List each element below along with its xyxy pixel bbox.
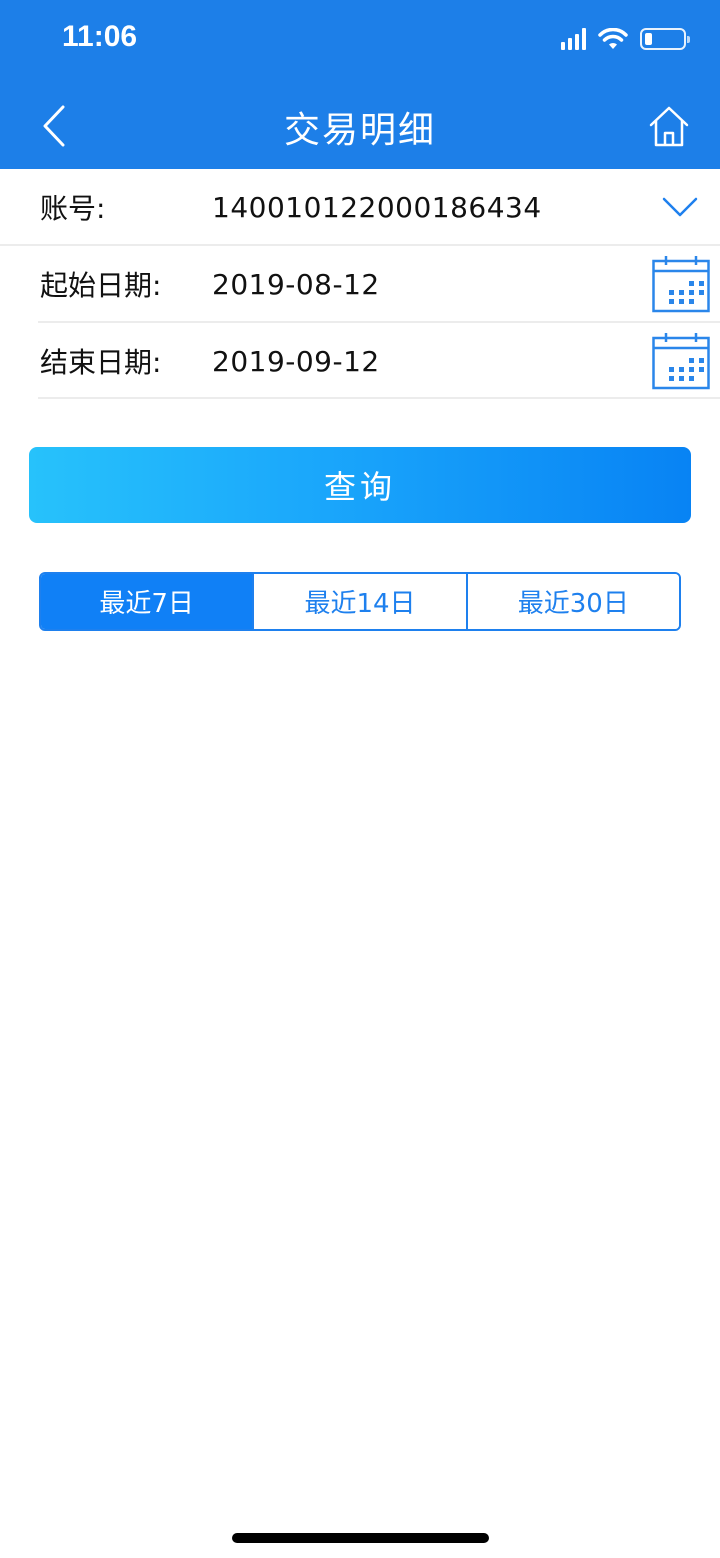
chevron-down-icon[interactable] [662,196,698,218]
status-time: 11:06 [62,20,138,53]
account-row[interactable]: 账号: 140010122000186434 [0,169,720,245]
divider [38,397,720,399]
start-date-row[interactable]: 起始日期: 2019-08-12 [0,246,720,322]
tab-last-30-days[interactable]: 最近30日 [465,574,679,629]
wifi-icon [598,28,628,49]
start-date-label: 起始日期: [40,269,162,302]
query-button[interactable]: 查询 [29,447,691,523]
calendar-icon[interactable] [652,255,710,313]
tab-last-7-days[interactable]: 最近7日 [41,574,253,629]
status-icons [561,24,690,54]
page-title: 交易明细 [283,110,436,151]
navigation-bar: 11:06 交易明细 [0,0,720,169]
battery-icon [640,28,690,50]
start-date-value: 2019-08-12 [212,267,380,301]
end-date-value: 2019-09-12 [212,344,380,378]
cellular-signal-icon [561,28,586,50]
home-icon [649,106,689,147]
home-indicator [232,1533,489,1543]
tab-last-14-days[interactable]: 最近14日 [252,574,466,629]
date-range-tabs: 最近7日 最近14日 最近30日 [39,572,681,631]
battery-level [645,33,652,45]
end-date-label: 结束日期: [40,346,162,379]
account-label: 账号: [40,192,106,225]
end-date-row[interactable]: 结束日期: 2019-09-12 [0,323,720,399]
home-button[interactable] [646,100,692,152]
account-value: 140010122000186434 [212,190,542,224]
calendar-icon[interactable] [652,332,710,390]
